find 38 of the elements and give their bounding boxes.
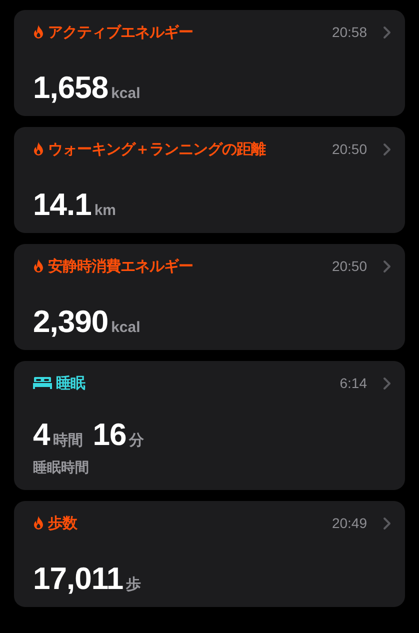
flame-icon	[33, 516, 44, 530]
metric-title: アクティブエネルギー	[48, 22, 193, 43]
flame-icon	[33, 25, 44, 40]
timestamp: 20:50	[332, 140, 367, 159]
chevron-icon	[383, 376, 391, 390]
metric-value: 14.1	[33, 188, 92, 220]
unit-label: 分	[129, 430, 144, 450]
chevron-icon	[383, 516, 391, 530]
metric-title: ウォーキング＋ランニングの距離	[48, 139, 266, 160]
bed-icon	[33, 377, 52, 390]
unit-label: 時間	[52, 430, 83, 450]
metric-value: 2,390	[33, 306, 108, 336]
timestamp: 20:49	[332, 514, 367, 533]
unit-label: kcal	[111, 318, 140, 338]
metric-caption: 睡眠時間	[33, 459, 90, 478]
unit-label: 歩	[126, 574, 142, 594]
metric-value: 16	[92, 418, 126, 450]
metric-card[interactable]: 歩数 20:49 17,011歩	[14, 501, 405, 607]
timestamp: 20:50	[332, 256, 367, 276]
metric-value: 1,658	[33, 72, 108, 102]
metric-card[interactable]: 睡眠 6:14 4時間 16分 睡眠時間	[14, 361, 405, 490]
metric-title: 安静時消費エネルギー	[48, 256, 193, 277]
chevron-icon	[383, 26, 391, 39]
metric-card[interactable]: 安静時消費エネルギー 20:50 2,390 kcal	[14, 244, 405, 350]
metric-value: 4	[33, 418, 50, 450]
metric-title: 睡眠	[56, 373, 85, 394]
metric-card[interactable]: ウォーキング＋ランニングの距離 20:50 14.1 km	[14, 127, 405, 233]
flame-icon	[33, 259, 44, 274]
timestamp: 20:58	[332, 22, 367, 42]
timestamp: 6:14	[340, 374, 367, 393]
metric-title: 歩数	[48, 513, 77, 534]
chevron-icon	[383, 142, 391, 156]
chevron-icon	[383, 260, 391, 273]
unit-label: km	[94, 200, 116, 220]
metric-value: 17,011	[33, 562, 124, 594]
flame-icon	[33, 142, 44, 156]
unit-label: kcal	[111, 84, 140, 104]
metric-card[interactable]: アクティブエネルギー 20:58 1,658 kcal	[14, 10, 405, 116]
